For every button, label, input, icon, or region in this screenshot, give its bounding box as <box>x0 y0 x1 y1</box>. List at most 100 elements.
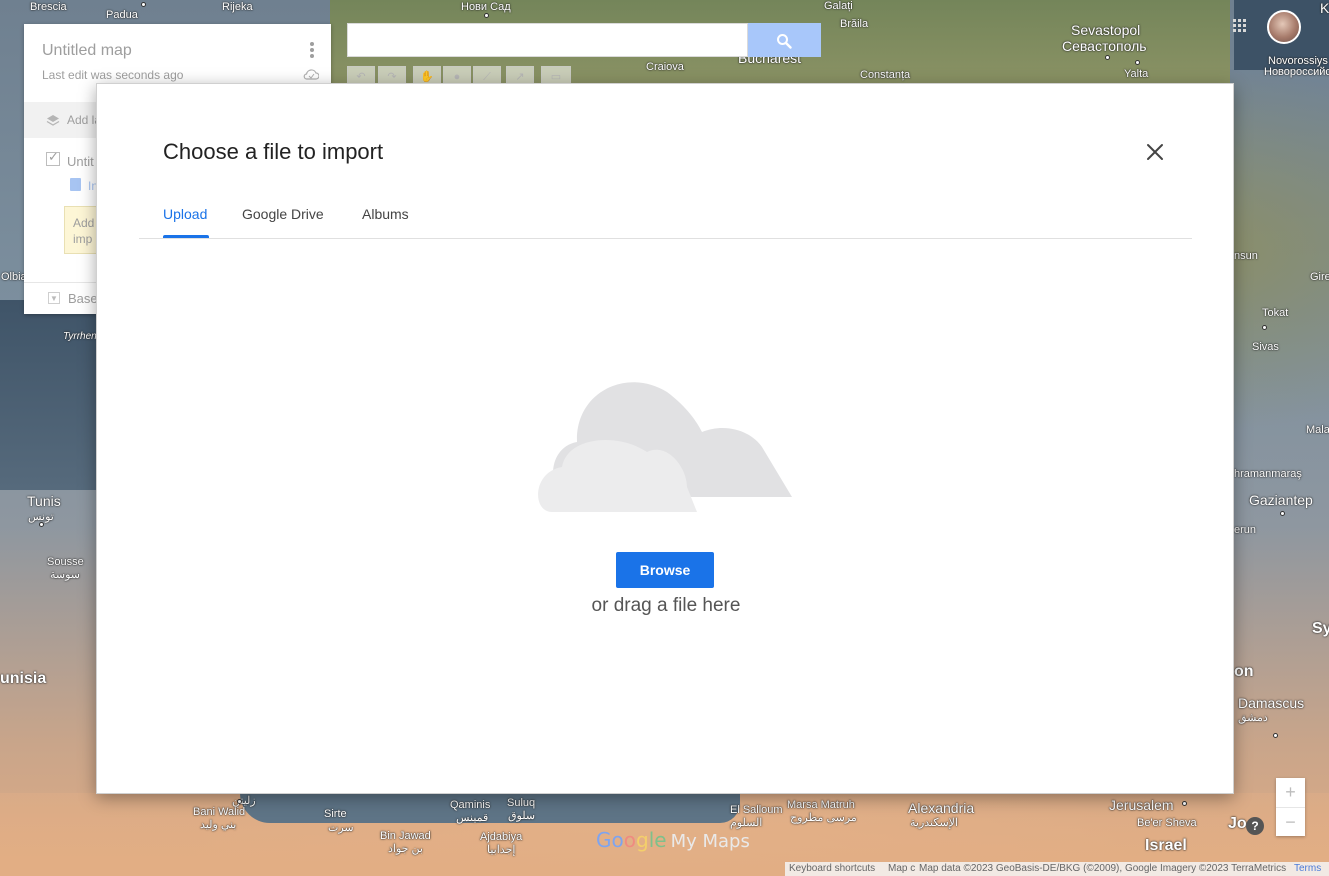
city-dot <box>484 13 489 18</box>
dialog-tabs: Upload Google Drive Albums <box>139 196 1192 239</box>
keyboard-shortcuts-link[interactable]: Keyboard shortcuts <box>789 863 875 874</box>
sea-tyrrhenian <box>0 300 97 490</box>
map-label: on <box>1234 663 1254 680</box>
map-label: Jerusalem <box>1109 797 1174 813</box>
tooltip-line: Add <box>73 216 95 230</box>
tab-upload[interactable]: Upload <box>163 206 207 222</box>
zoom-in-button[interactable]: + <box>1276 778 1305 807</box>
map-label: Севастополь <box>1062 38 1147 54</box>
tooltip-line: imp <box>73 232 93 246</box>
map-label: قمينس <box>456 812 489 824</box>
map-label: الإسكندرية <box>910 817 958 829</box>
map-label: Be'er Sheva <box>1137 817 1197 829</box>
map-label: Olbia <box>1 271 27 283</box>
map-label: Bani Walid <box>193 806 246 818</box>
tab-google-drive[interactable]: Google Drive <box>242 206 324 222</box>
map-label: مرسى مطروح <box>790 812 857 824</box>
city-dot <box>1135 60 1140 65</box>
layers-icon <box>46 115 60 126</box>
map-label: بن جواد <box>388 843 423 855</box>
map-label: Bin Jawad <box>380 830 431 842</box>
avatar[interactable] <box>1267 10 1301 44</box>
map-label: Rijeka <box>222 1 253 13</box>
active-tab-indicator <box>163 235 209 238</box>
map-label: Mala <box>1306 424 1329 436</box>
map-label: Marsa Matruh <box>787 799 855 811</box>
map-label: Suluq <box>507 797 536 809</box>
map-label: دمشق <box>1238 712 1268 724</box>
zoom-control: + − <box>1276 778 1305 836</box>
map-label: Новороссийс <box>1264 66 1329 78</box>
chevron-down-icon[interactable]: ▼ <box>48 292 60 304</box>
map-label: Gaziantep <box>1249 492 1313 508</box>
tab-albums[interactable]: Albums <box>362 206 409 222</box>
map-label: Damascus <box>1238 695 1305 711</box>
map-label: سرت <box>328 822 354 834</box>
map-data-link[interactable]: Map c <box>888 863 915 874</box>
map-label: nsun <box>1234 250 1258 262</box>
map-label: K <box>1320 0 1329 16</box>
city-dot <box>1262 325 1267 330</box>
city-dot <box>39 522 44 527</box>
map-title[interactable]: Untitled map <box>42 42 132 60</box>
import-file-dialog: Choose a file to import Upload Google Dr… <box>96 83 1234 794</box>
map-label: Gire <box>1310 271 1329 283</box>
map-label: Brescia <box>30 1 67 13</box>
base-map-label: Base <box>68 291 98 306</box>
map-label: Sousse <box>47 556 84 568</box>
map-label: Israel <box>1145 837 1187 854</box>
search-input[interactable] <box>347 23 748 57</box>
map-label: Constanța <box>860 69 911 81</box>
city-dot <box>1273 733 1278 738</box>
map-label: El Salloum <box>730 804 783 816</box>
last-edit-status: Last edit was seconds ago <box>42 68 184 82</box>
map-label: Jo <box>1228 815 1247 832</box>
map-label: hramanmaraş <box>1234 468 1302 480</box>
city-dot <box>141 2 146 7</box>
map-label: Нови Сад <box>461 1 511 13</box>
attribution-text: Map data ©2023 GeoBasis-DE/BKG (©2009), … <box>919 863 1287 874</box>
help-icon[interactable]: ? <box>1246 817 1264 835</box>
map-label: Padua <box>106 9 138 21</box>
city-dot <box>1182 801 1187 806</box>
dialog-title: Choose a file to import <box>163 139 384 164</box>
city-dot <box>1280 511 1285 516</box>
zoom-out-button[interactable]: − <box>1276 807 1305 836</box>
map-label: Ajdabiya <box>480 831 523 843</box>
map-label: Sevastopol <box>1071 22 1141 38</box>
close-icon[interactable] <box>1143 140 1167 164</box>
map-label: Tunis <box>27 493 61 509</box>
map-label: Brăila <box>840 18 869 30</box>
search-button[interactable] <box>748 23 821 57</box>
map-label: Galați <box>824 0 853 12</box>
browse-button[interactable]: Browse <box>616 552 714 588</box>
map-label: unisia <box>0 670 47 687</box>
google-my-maps-logo: Google My Maps <box>596 828 750 852</box>
map-label: Sirte <box>324 808 347 820</box>
drag-drop-hint: or drag a file here <box>591 595 741 616</box>
map-label: Sivas <box>1252 341 1279 353</box>
map-footer: Keyboard shortcuts Map c Map data ©2023 … <box>785 862 1329 876</box>
city-dot <box>1105 55 1110 60</box>
map-label: إجدابيا <box>487 844 516 856</box>
map-label: Tyrrhen <box>63 331 97 342</box>
map-label: سوسة <box>50 569 81 581</box>
map-label: Sy <box>1312 620 1329 637</box>
map-label: Alexandria <box>908 800 975 816</box>
apps-grid-icon[interactable] <box>1233 19 1247 33</box>
terms-link[interactable]: Terms <box>1294 863 1321 874</box>
map-label: Yalta <box>1124 68 1149 80</box>
search-icon <box>777 34 792 49</box>
layer-name[interactable]: Untit <box>67 154 94 169</box>
map-label: سلوق <box>508 810 536 822</box>
map-label: Qaminis <box>450 799 491 811</box>
map-label: بني وليد <box>200 819 237 831</box>
map-label: Tokat <box>1262 307 1289 319</box>
map-label: erun <box>1234 524 1257 536</box>
map-label: زليتن <box>232 795 256 807</box>
layer-visibility-checkbox[interactable] <box>46 149 60 166</box>
more-options-icon[interactable] <box>305 40 319 60</box>
import-icon <box>70 178 81 191</box>
city-dot <box>237 799 242 804</box>
map-label: Craiova <box>646 61 684 73</box>
